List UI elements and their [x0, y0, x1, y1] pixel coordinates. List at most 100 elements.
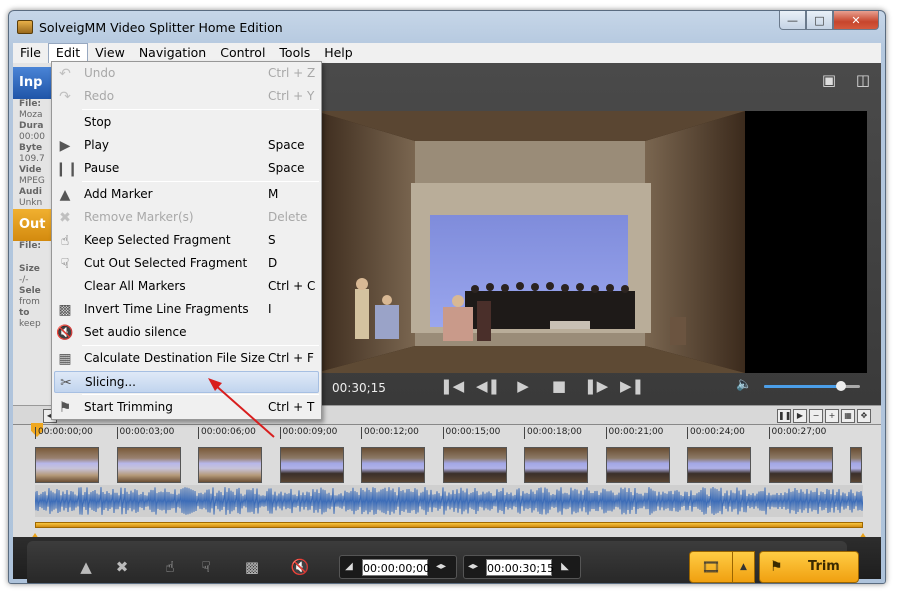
menu-item-label: Calculate Destination File Size	[84, 351, 266, 365]
timeline-tick-label: 00:00:21;00	[605, 427, 663, 439]
menu-separator	[82, 181, 319, 182]
volume-slider[interactable]	[764, 381, 860, 391]
step-back-icon[interactable]: ◀❚	[476, 375, 500, 397]
menu-file[interactable]: File	[13, 43, 48, 63]
close-button[interactable]: ✕	[833, 11, 879, 30]
pause-icon: ❙❙	[55, 161, 79, 177]
scroll-right-button[interactable]: ▶	[793, 409, 807, 423]
thumbnail-strip	[13, 447, 881, 485]
trim-button-label: Trim	[808, 559, 840, 574]
menu-item-undo: ↶ Undo Ctrl + Z	[54, 63, 319, 85]
prev-keyframe-icon[interactable]: ❚◀	[440, 375, 464, 397]
video-frame[interactable]	[315, 111, 867, 373]
cut-fragment-icon[interactable]: ☟	[195, 557, 217, 577]
zoom-out-icon[interactable]: −	[809, 409, 823, 423]
menu-item-label: Redo	[84, 89, 115, 103]
end-time-box: ◂▸ 00:00:30;15 ◣	[463, 555, 581, 579]
menu-item-stop[interactable]: Stop	[54, 112, 319, 134]
caret-up-icon: ▲	[740, 562, 747, 572]
menu-item-start-trimming[interactable]: ⚑ Start Trimming Ctrl + T	[54, 397, 319, 419]
menu-item-play[interactable]: ▶ Play Space	[54, 135, 319, 157]
timeline-tick-label: 00:00:00;00	[35, 427, 93, 439]
timeline-tick-label: 00:00:03;00	[116, 427, 174, 439]
timeline-thumbnail	[116, 447, 181, 483]
edit-menu-dropdown: ↶ Undo Ctrl + Z ↷ Redo Ctrl + Y Stop ▶ Play Space…	[51, 61, 322, 420]
zoom-full-icon[interactable]: ✥	[857, 409, 871, 423]
invert-icon: ▩	[58, 302, 72, 318]
waveform-path	[34, 486, 865, 516]
volume-fill	[764, 385, 841, 388]
pause-timeline-icon[interactable]: ❚❚	[777, 409, 791, 423]
current-time-readout: 00:30;15	[332, 381, 386, 395]
volume-icon[interactable]: 🔈	[736, 377, 752, 392]
go-to-end-icon[interactable]: ◣	[558, 558, 572, 576]
menu-item-shortcut: Ctrl + Z	[268, 66, 316, 80]
maximize-button[interactable]: □	[806, 11, 833, 30]
add-marker-icon[interactable]: ▲	[75, 557, 97, 577]
keep-fragment-icon[interactable]: ☝	[159, 557, 181, 577]
menu-item-shortcut: S	[268, 233, 276, 247]
film-strip-icon: 🎞	[701, 558, 721, 576]
timeline-thumbnail	[35, 447, 99, 483]
menu-item-pause[interactable]: ❙❙ Pause Space	[54, 158, 319, 180]
play-button-icon[interactable]: ▶	[512, 375, 534, 397]
remove-marker-icon[interactable]: ✖	[111, 557, 133, 577]
selection-bar[interactable]	[35, 522, 863, 528]
zoom-fit-icon[interactable]: ▦	[841, 409, 855, 423]
menu-help[interactable]: Help	[317, 43, 360, 63]
next-keyframe-icon[interactable]: ▶❚	[620, 375, 644, 397]
audio-silence-icon[interactable]: 🔇	[289, 557, 311, 577]
menu-view[interactable]: View	[88, 43, 132, 63]
timeline-thumbnail	[361, 447, 425, 483]
undo-icon: ↶	[59, 66, 71, 82]
menu-separator	[82, 345, 319, 346]
step-forward-icon[interactable]: ❚▶	[584, 375, 608, 397]
timeline-tick-label: 00:00:15;00	[442, 427, 500, 439]
start-time-arrows-icon[interactable]: ◂▸	[434, 558, 448, 576]
menu-item-clear-all-markers[interactable]: Clear All Markers Ctrl + C	[54, 276, 319, 298]
timeline[interactable]: 00:00:00;00 00:00:03;00 00:00:06;00 00:00:0…	[13, 423, 881, 542]
menu-item-keep-selected-fragment[interactable]: ☝ Keep Selected Fragment S	[54, 230, 319, 252]
start-time-field[interactable]: 00:00:00;00	[362, 559, 430, 576]
menu-item-label: Stop	[84, 115, 112, 129]
invert-fragments-icon[interactable]: ▩	[241, 557, 263, 577]
zoom-in-icon[interactable]: +	[825, 409, 839, 423]
trim-button[interactable]: ⚑ Trim	[759, 551, 859, 583]
menu-navigation[interactable]: Navigation	[132, 43, 213, 63]
menu-control[interactable]: Control	[213, 43, 272, 63]
timeline-thumbnail	[850, 447, 862, 483]
menu-item-shortcut: D	[268, 256, 278, 270]
film-strip-button[interactable]: 🎞	[689, 551, 733, 583]
menu-item-calculate-destination-file-size[interactable]: ▦ Calculate Destination File Size Ctrl + F	[54, 348, 319, 370]
end-time-field[interactable]: 00:00:30;15	[486, 559, 554, 576]
bottom-panel: ▲ ✖ ☝ ☟ ▩ 🔇 ◢ 00:00:00;00 ◂▸ ◂▸ 00:00:30…	[27, 541, 859, 583]
go-to-start-icon[interactable]: ◢	[342, 558, 356, 576]
end-time-arrows-icon[interactable]: ◂▸	[466, 558, 480, 576]
menu-item-shortcut: Delete	[268, 210, 308, 224]
trim-options-dropdown[interactable]: ▲	[733, 551, 755, 583]
snapshot-folder-icon[interactable]: ◫	[853, 71, 873, 89]
timeline-thumbnail	[524, 447, 588, 483]
redo-icon: ↷	[59, 89, 71, 105]
volume-thumb[interactable]	[835, 381, 846, 391]
timeline-tick-label: 00:00:12;00	[361, 427, 419, 439]
play-icon: ▶	[59, 138, 71, 154]
menu-item-cut-out-selected-fragment[interactable]: ☟ Cut Out Selected Fragment D	[54, 253, 319, 275]
thumbs-up-icon: ☝	[60, 233, 70, 249]
menu-separator	[82, 394, 319, 395]
menu-item-shortcut: I	[268, 302, 272, 316]
menu-item-set-audio-silence[interactable]: 🔇 Set audio silence	[54, 322, 319, 344]
menu-item-slicing[interactable]: ✂ Slicing...	[54, 371, 319, 393]
menu-edit[interactable]: Edit	[47, 43, 89, 63]
app-icon	[17, 20, 33, 34]
menu-tools[interactable]: Tools	[272, 43, 317, 63]
flag-icon: ⚑	[770, 559, 783, 575]
menu-item-add-marker[interactable]: ▲ Add Marker M	[54, 184, 319, 206]
title-bar[interactable]: SolveigMM Video Splitter Home Edition — …	[9, 11, 885, 43]
time-ruler[interactable]: 00:00:00;00 00:00:03;00 00:00:06;00 00:00:0…	[13, 423, 881, 439]
camera-icon[interactable]: ▣	[819, 71, 839, 89]
video-image	[315, 111, 867, 373]
menu-item-invert-time-line-fragments[interactable]: ▩ Invert Time Line Fragments I	[54, 299, 319, 321]
minimize-button[interactable]: —	[779, 11, 806, 30]
stop-button-icon[interactable]: ■	[548, 375, 570, 397]
